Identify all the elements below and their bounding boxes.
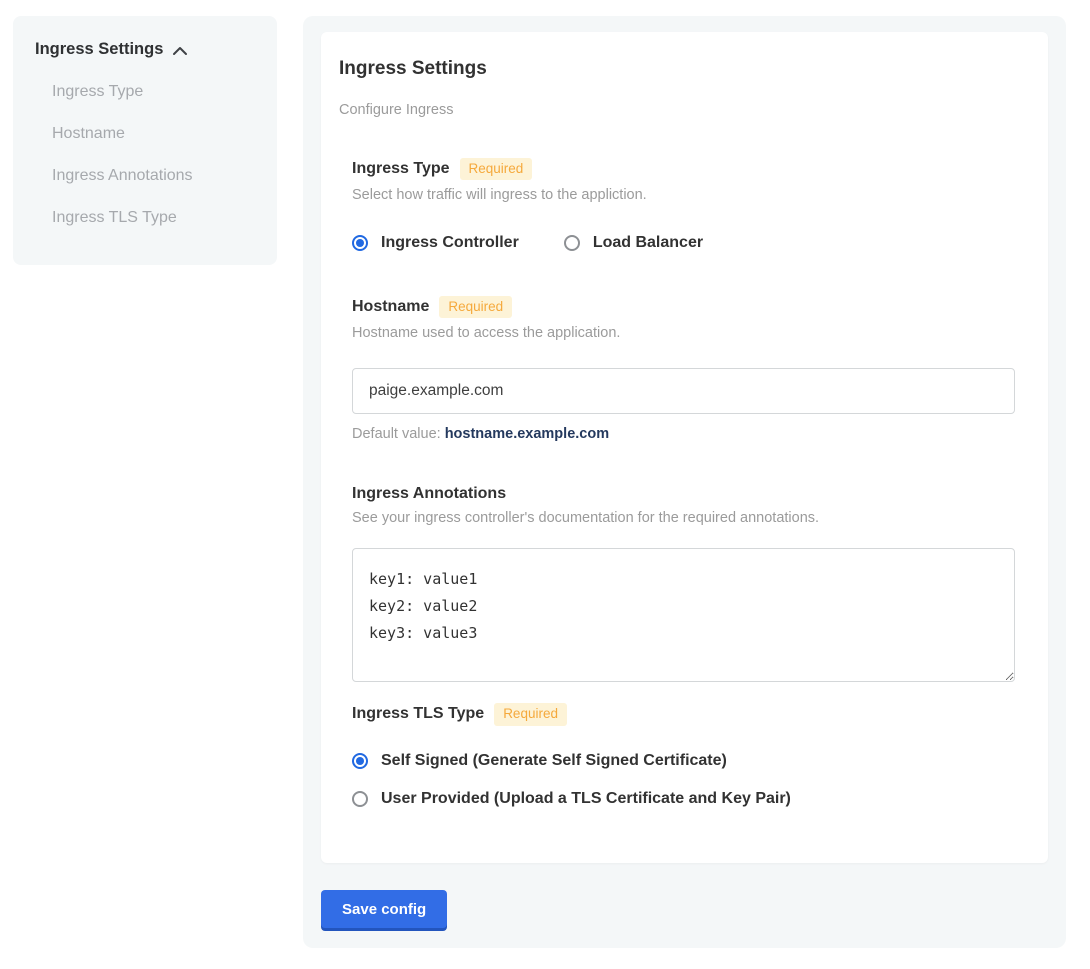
ingress-annotations-label: Ingress Annotations — [352, 485, 506, 503]
hostname-help: Hostname used to access the application. — [352, 325, 1015, 341]
chevron-up-icon — [172, 44, 188, 56]
radio-button-icon — [352, 753, 368, 769]
required-badge: Required — [494, 703, 567, 725]
radio-button-icon — [352, 235, 368, 251]
section-hostname: Hostname Required Hostname used to acces… — [352, 296, 1015, 442]
config-nav-sidebar: Ingress Settings Ingress Type Hostname I… — [13, 16, 277, 265]
page-title: Ingress Settings — [339, 58, 1015, 80]
section-ingress-annotations: Ingress Annotations See your ingress con… — [352, 485, 1015, 682]
radio-self-signed-label: Self Signed (Generate Self Signed Certif… — [381, 752, 727, 770]
radio-self-signed[interactable]: Self Signed (Generate Self Signed Certif… — [352, 752, 1015, 770]
radio-ingress-controller[interactable]: Ingress Controller — [352, 234, 519, 252]
sidebar-item-ingress-type[interactable]: Ingress Type — [35, 83, 257, 101]
default-value-prefix: Default value: — [352, 426, 445, 442]
radio-load-balancer-label: Load Balancer — [593, 234, 703, 252]
section-ingress-tls-type: Ingress TLS Type Required Self Signed (G… — [352, 703, 1015, 807]
radio-load-balancer[interactable]: Load Balancer — [564, 234, 703, 252]
config-panel: Ingress Settings Configure Ingress Ingre… — [303, 16, 1066, 948]
radio-user-provided[interactable]: User Provided (Upload a TLS Certificate … — [352, 790, 1015, 808]
ingress-annotations-textarea[interactable] — [352, 548, 1015, 682]
hostname-label: Hostname — [352, 298, 429, 316]
ingress-annotations-help: See your ingress controller's documentat… — [352, 510, 1015, 526]
radio-button-icon — [352, 791, 368, 807]
save-config-button[interactable]: Save config — [321, 890, 447, 928]
ingress-type-radio-group: Ingress Controller Load Balancer — [352, 234, 1015, 252]
ingress-tls-type-label: Ingress TLS Type — [352, 705, 484, 723]
radio-button-icon — [564, 235, 580, 251]
required-badge: Required — [439, 296, 512, 318]
default-value-text: hostname.example.com — [445, 426, 609, 442]
radio-ingress-controller-label: Ingress Controller — [381, 234, 519, 252]
sidebar-group-ingress-settings[interactable]: Ingress Settings — [35, 40, 257, 59]
sidebar-item-ingress-tls-type[interactable]: Ingress TLS Type — [35, 209, 257, 227]
sidebar-group-label: Ingress Settings — [35, 40, 163, 59]
sidebar-item-hostname[interactable]: Hostname — [35, 125, 257, 143]
hostname-input[interactable] — [352, 368, 1015, 414]
config-card: Ingress Settings Configure Ingress Ingre… — [321, 32, 1048, 863]
config-page: Ingress Settings Ingress Type Hostname I… — [0, 0, 1090, 969]
required-badge: Required — [460, 158, 533, 180]
sidebar-item-ingress-annotations[interactable]: Ingress Annotations — [35, 167, 257, 185]
page-subtitle: Configure Ingress — [339, 102, 1015, 118]
ingress-type-help: Select how traffic will ingress to the a… — [352, 187, 1015, 203]
hostname-default-value: Default value: hostname.example.com — [352, 426, 1015, 442]
ingress-type-label: Ingress Type — [352, 160, 450, 178]
radio-user-provided-label: User Provided (Upload a TLS Certificate … — [381, 790, 791, 808]
section-ingress-type: Ingress Type Required Select how traffic… — [352, 158, 1015, 252]
